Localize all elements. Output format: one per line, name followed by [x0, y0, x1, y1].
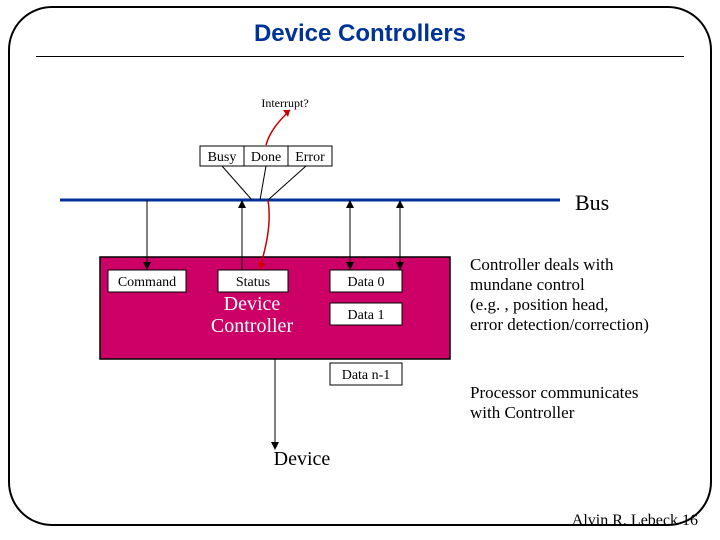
diagram-svg: Interrupt? Busy Done Error Bus Command S… [0, 0, 720, 540]
controller-name-line1: Device [224, 293, 281, 315]
error-label: Error [295, 150, 325, 165]
data0-label: Data 0 [348, 275, 385, 290]
note-line2: mundane control [470, 275, 585, 294]
note-line6: with Controller [470, 403, 575, 422]
done-label: Done [251, 150, 281, 165]
note-line5: Processor communicates [470, 383, 639, 402]
note-line1: Controller deals with [470, 255, 614, 274]
note-line3: (e.g. , position head, [470, 295, 608, 314]
status-label: Status [236, 275, 270, 290]
device-label: Device [274, 448, 331, 470]
busy-label: Busy [208, 150, 237, 165]
note-line4: error detection/correction) [470, 315, 649, 334]
done-to-bus-line [260, 166, 266, 200]
interrupt-arrow [266, 110, 290, 145]
data1-label: Data 1 [348, 308, 385, 323]
error-to-bus-line [268, 166, 306, 200]
busy-to-bus-line [222, 166, 252, 200]
interrupt-label: Interrupt? [261, 96, 308, 110]
command-label: Command [118, 275, 176, 290]
bus-label: Bus [575, 190, 609, 215]
controller-name-line2: Controller [211, 315, 294, 337]
datan-label: Data n-1 [342, 368, 391, 383]
